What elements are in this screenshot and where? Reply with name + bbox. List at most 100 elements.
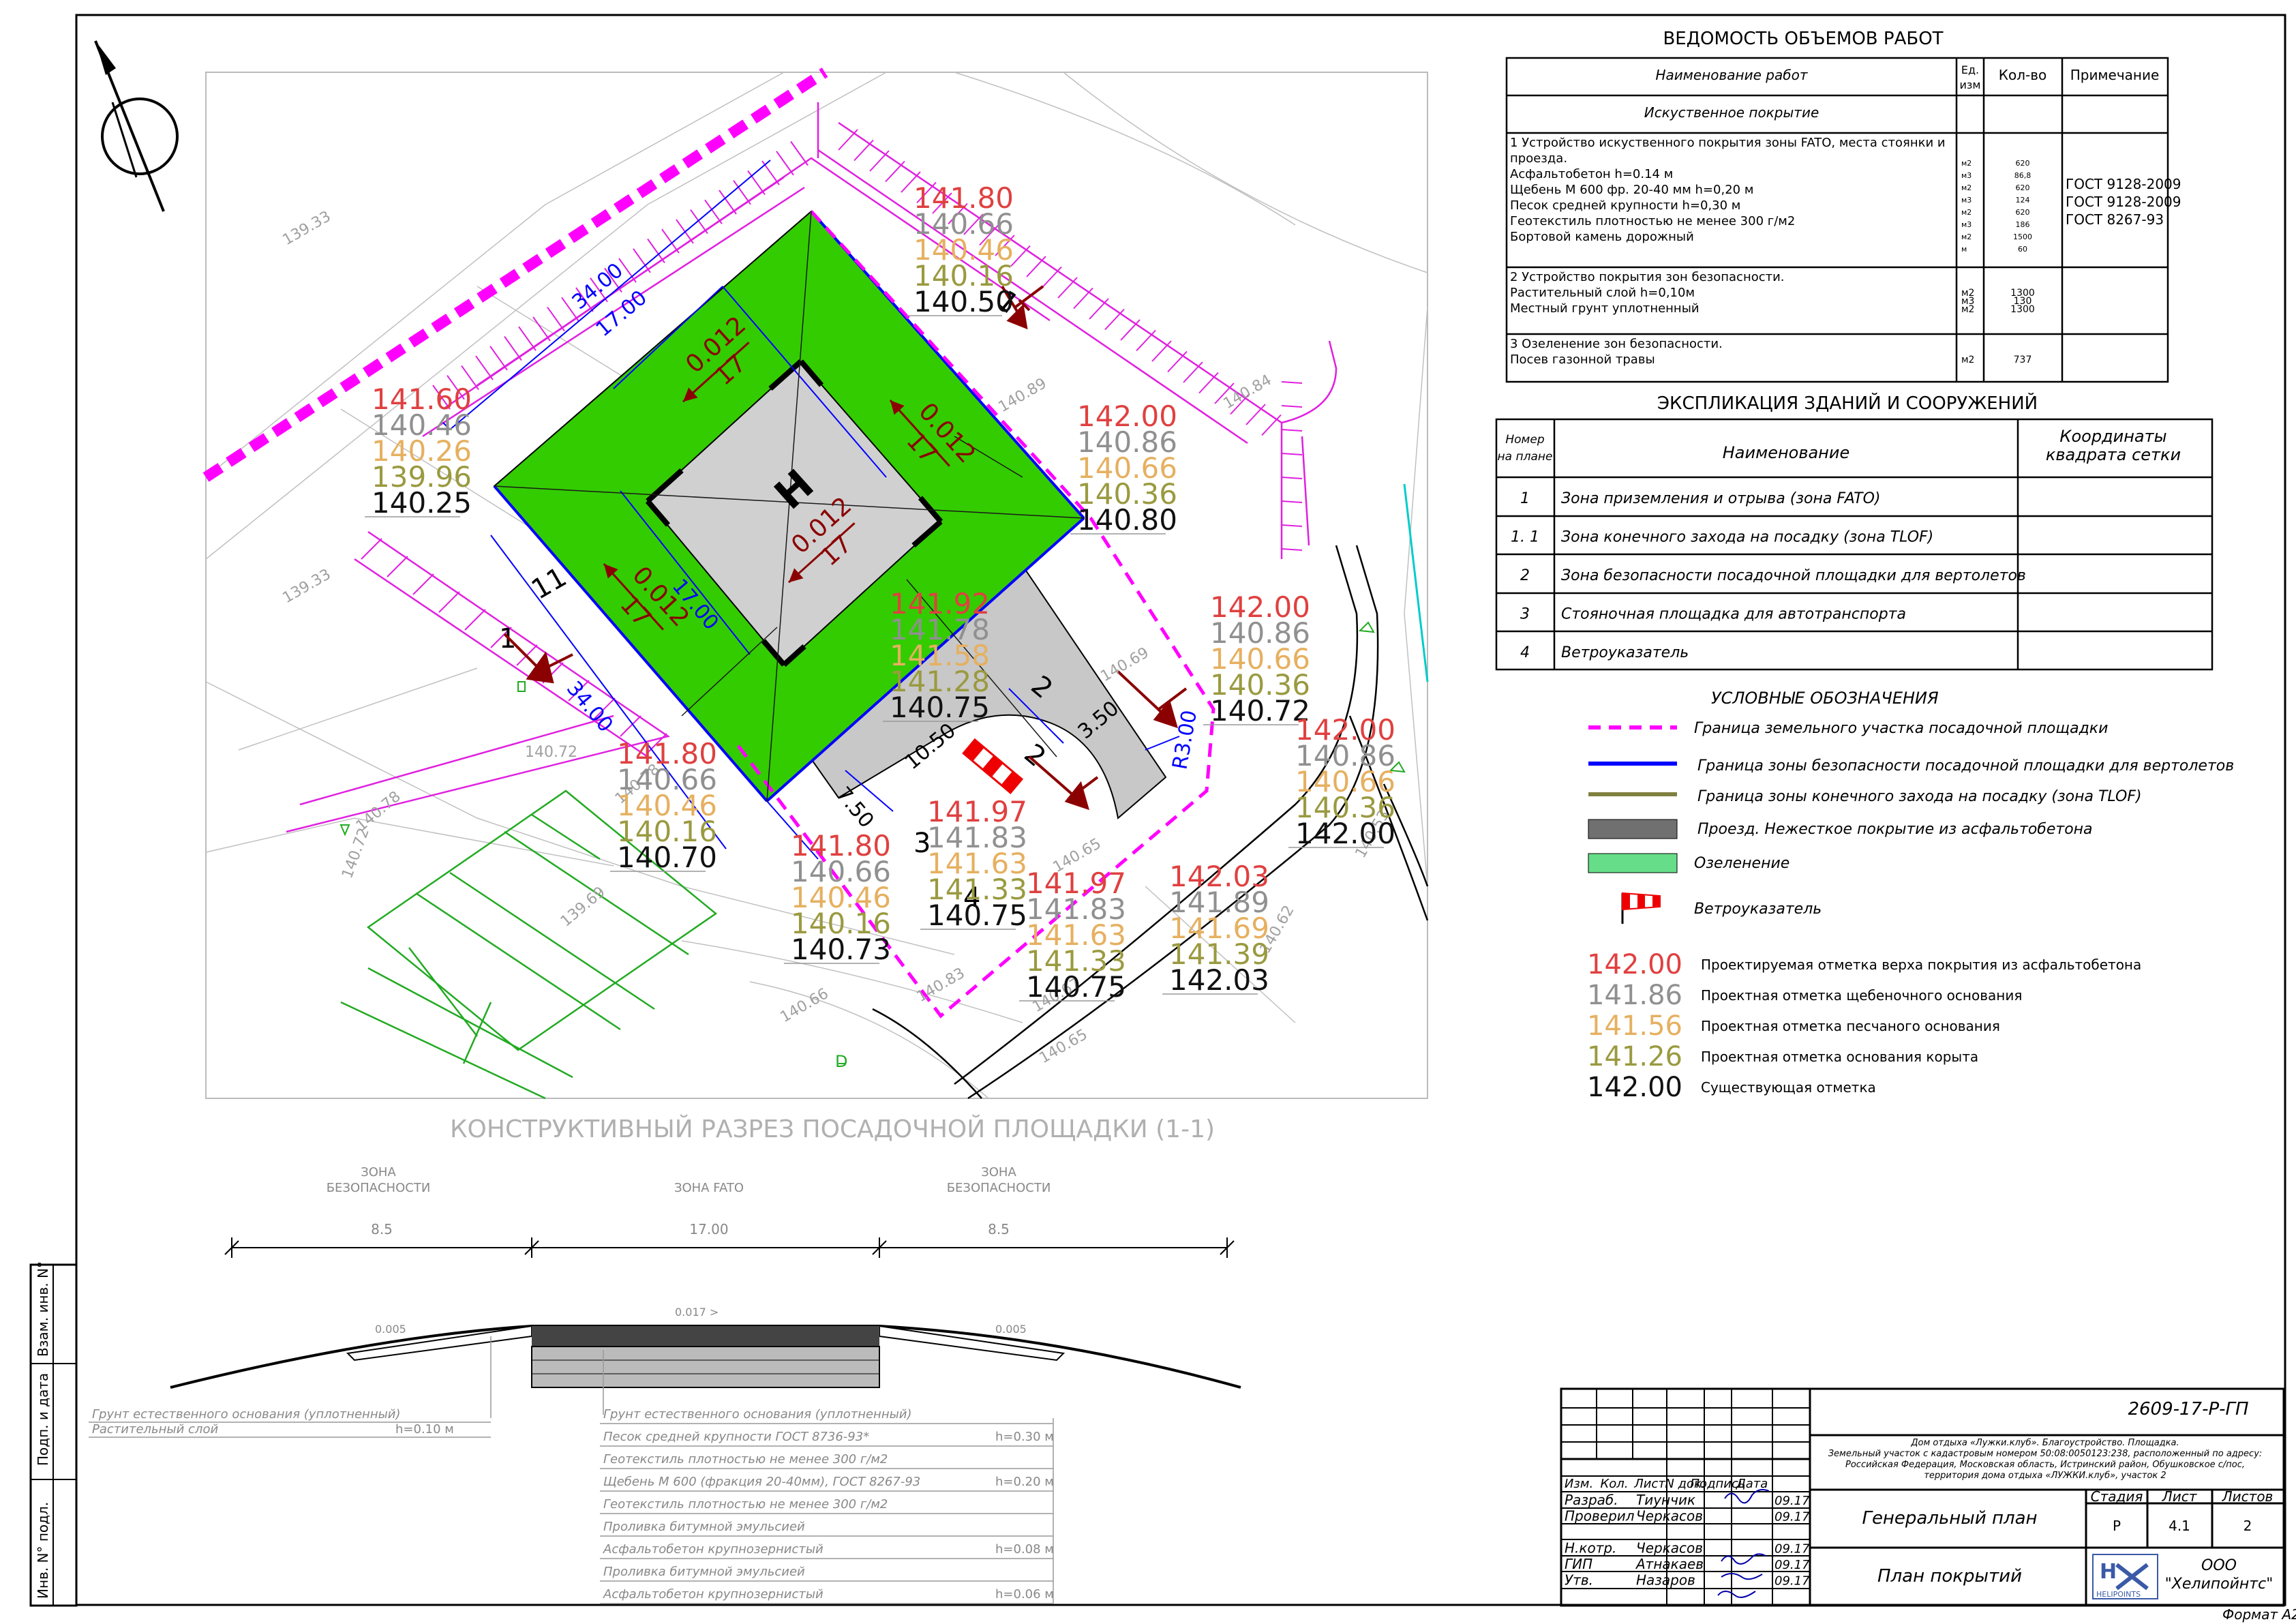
parking-tick xyxy=(1136,329,1156,352)
legend-item: Граница зоны конечного захода на посадку… xyxy=(1697,788,2142,805)
zone-left-1: ЗОНА xyxy=(361,1165,396,1179)
elevation-group: 141.97141.83141.63141.33140.75 xyxy=(920,795,1027,932)
sheet-frame xyxy=(75,14,2286,1606)
parking-tick xyxy=(1245,404,1266,425)
parking-tick xyxy=(387,556,408,577)
expl-h-coord2: квадрата сетки xyxy=(2046,445,2181,464)
stamp-date: 09.17 xyxy=(1774,1542,1810,1557)
works-h-note: Примечание xyxy=(2070,67,2160,83)
stamp-company2: "Хелипойнтс" xyxy=(2165,1576,2274,1593)
stamp-role: Проверил xyxy=(1565,1508,1635,1524)
left-strip: Взам. инв. N° Подп. и дата Инв. N° подл. xyxy=(29,1261,78,1607)
layer-name: Проливка битумной эмульсией xyxy=(603,1565,805,1579)
layer-name: Грунт естественного основания (уплотненн… xyxy=(92,1407,401,1422)
layer-name: Асфальтобетон крупнозернистый xyxy=(603,1587,824,1602)
works-line: проезда. xyxy=(1510,151,1567,166)
parking-tick xyxy=(1183,361,1203,383)
works-qty: 1500 xyxy=(2013,232,2032,241)
windsock-icon xyxy=(962,738,1024,794)
works-line: Щебень М 600 фр. 20-40 мм h=0,20 м xyxy=(1510,183,1753,197)
parking-tick xyxy=(464,609,486,631)
parking-tick xyxy=(1281,381,1303,384)
parking-tick xyxy=(1261,414,1282,436)
works-h-name: Наименование работ xyxy=(1656,67,1809,83)
small-elevation-label: 139.69 xyxy=(558,884,609,931)
works-unit: м2 xyxy=(1961,355,1974,365)
works-note: ГОСТ 8267-93 xyxy=(2066,211,2164,228)
elevation-value: 140.75 xyxy=(1026,970,1126,1004)
legend-mark-value: 142.00 xyxy=(1587,949,1682,980)
stamp-stage: Р xyxy=(2113,1518,2121,1534)
parking-tick xyxy=(1167,350,1188,373)
slope-left: 0.005 xyxy=(375,1323,406,1336)
drawing-sheet: H 0.012 17 0.012 17 0.012 17 0.012 17 34… xyxy=(29,14,2296,1623)
title-block: Изм. Кол. Лист N док.ПодписьДата Разраб. Тиу… xyxy=(1560,1387,2296,1623)
parking-tick xyxy=(1089,298,1109,320)
left-layers-table: Грунт естественного основания (уплотненн… xyxy=(89,1407,491,1438)
works-qty: 86,8 xyxy=(2014,171,2031,180)
stamp-role: Разраб. xyxy=(1565,1492,1618,1508)
signature-marks xyxy=(1717,1489,1770,1598)
expl-num: 4 xyxy=(1520,644,1530,661)
elevation-group: 142.03141.89141.69141.39142.03 xyxy=(1162,860,1269,997)
parking-tick xyxy=(532,316,551,342)
works-h-unit2: изм xyxy=(1960,78,1981,91)
legend-mark-text: Существующая отметка xyxy=(1701,1079,1876,1096)
small-elevation-label: 140.66 xyxy=(778,985,832,1026)
stamp-name: Атнакаев xyxy=(1635,1556,1704,1572)
expl-h-name: Наименование xyxy=(1723,443,1850,462)
parking-tick xyxy=(518,326,537,351)
layer-name: Щебень М 600 (фракция 20-40мм), ГОСТ 826… xyxy=(603,1475,920,1489)
svg-text:H: H xyxy=(2100,1560,2117,1584)
stamp-col-header: Изм. xyxy=(1565,1477,1593,1491)
layer-thickness: h=0.20 м xyxy=(995,1475,1054,1489)
stamp-sheets: 2 xyxy=(2244,1518,2252,1534)
stamp-role: ГИП xyxy=(1565,1556,1592,1572)
works-unit: м2 xyxy=(1961,208,1972,217)
expl-num: 1 xyxy=(1520,490,1530,507)
parking-tick xyxy=(547,307,565,332)
parking-tick xyxy=(504,335,522,361)
works-note: ГОСТ 9128-2009 xyxy=(2066,194,2181,210)
zone-left-2: БЕЗОПАСНОСТИ xyxy=(327,1181,431,1195)
legend-item: Проезд. Нежесткое покрытие из асфальтобе… xyxy=(1697,821,2093,838)
works-qty: 620 xyxy=(2016,183,2030,192)
parking-tick xyxy=(1281,524,1303,527)
expl-title: ЭКСПЛИКАЦИЯ ЗДАНИЙ И СООРУЖЕНИЙ xyxy=(1657,392,2038,414)
stamp-desc-line: Земельный участок с кадастровым номером … xyxy=(1828,1449,2263,1459)
parking-tick xyxy=(1104,308,1125,331)
parking-tick xyxy=(1042,266,1062,288)
parking-tick xyxy=(1151,340,1172,362)
legend-item: Граница зоны безопасности посадочной пло… xyxy=(1697,757,2234,775)
parking-tick xyxy=(475,355,494,380)
legend-swatch-asphalt xyxy=(1588,819,1678,839)
legend-mark-value: 141.56 xyxy=(1587,1010,1682,1042)
parking-tick xyxy=(1057,277,1078,299)
elevation-value: 140.70 xyxy=(617,841,717,874)
dim-left: 8.5 xyxy=(371,1221,393,1237)
parking-tick xyxy=(719,190,737,215)
works-subheader: Искуственное покрытие xyxy=(1644,104,1819,121)
works-h-qty: Кол-во xyxy=(1999,67,2046,83)
layer-name: Проливка битумной эмульсией xyxy=(603,1520,805,1534)
stamp-desc-line: территория дома отдыха «ЛУЖКИ.клуб», уча… xyxy=(1924,1471,2166,1481)
works-line: Бортовой камень дорожный xyxy=(1510,230,1694,244)
logo-text: HELIPOINTS xyxy=(2096,1590,2141,1599)
small-elevation-label: 140.84 xyxy=(1221,372,1275,412)
elevation-value: 140.75 xyxy=(927,899,1027,932)
stamp-date: 09.17 xyxy=(1774,1510,1810,1524)
small-elevation-label: 140.72 xyxy=(525,744,577,761)
elevation-group: 141.80140.66140.46140.16140.73 xyxy=(784,829,891,966)
works-qty: 60 xyxy=(2018,245,2027,254)
works-line: Асфальтобетон h=0.14 м xyxy=(1510,167,1673,181)
small-elevation-label: 139.33 xyxy=(280,566,334,607)
mid-layers-table: Грунт естественного основания (уплотненн… xyxy=(600,1407,1054,1604)
expl-h-num2: на плане xyxy=(1498,450,1553,464)
parking-tick xyxy=(1281,429,1303,432)
stamp-role: Н.котр. xyxy=(1565,1540,1616,1557)
works-qty: 620 xyxy=(2016,159,2030,168)
parking-tick xyxy=(1120,319,1141,341)
works-qty: 620 xyxy=(2016,208,2030,217)
layer-name: Растительный слой xyxy=(92,1422,218,1437)
stamp-col-header: Дата xyxy=(1736,1477,1768,1491)
